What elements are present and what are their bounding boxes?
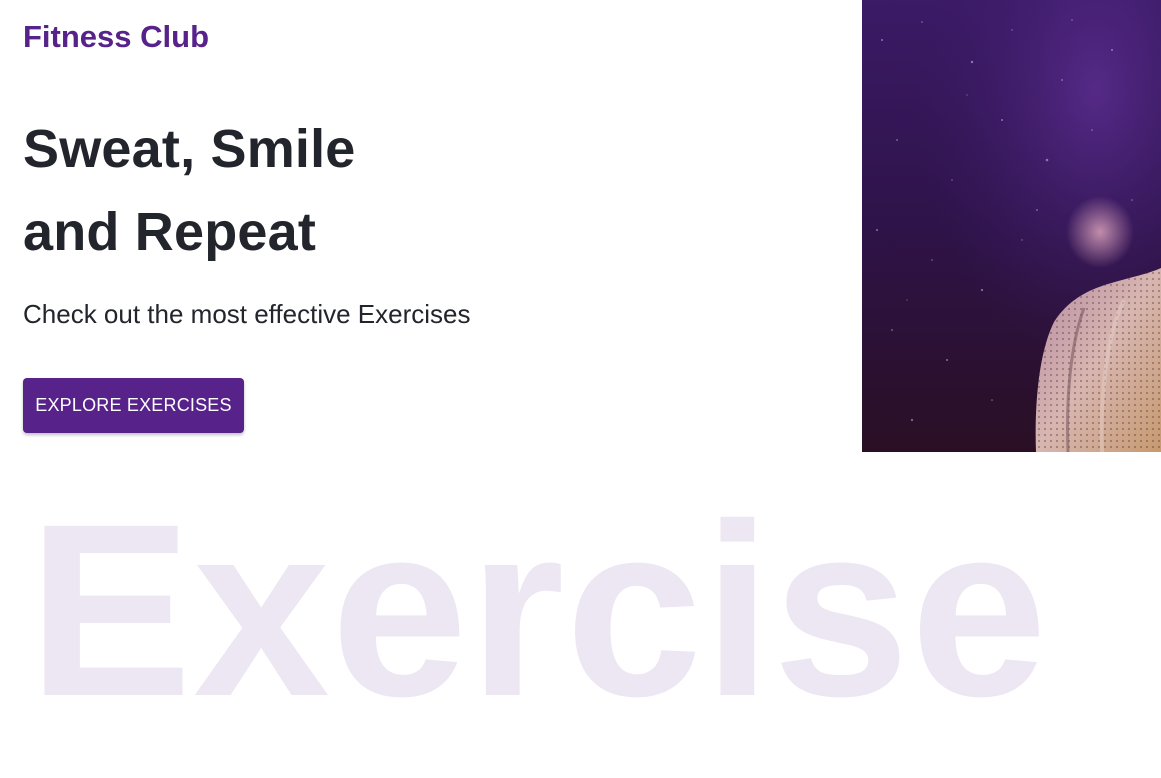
athlete-photo bbox=[862, 0, 1161, 452]
hero-subtitle: Check out the most effective Exercises bbox=[23, 299, 471, 329]
hero-headline: Sweat, Smile and Repeat bbox=[23, 108, 356, 274]
landing-page: Fitness Club Sweat, Smile and Repeat Che… bbox=[0, 0, 1161, 778]
athlete-photo-icon bbox=[862, 0, 1161, 452]
explore-exercises-button[interactable]: EXPLORE EXERCISES bbox=[23, 378, 244, 433]
exercise-watermark: Exercise bbox=[28, 473, 1049, 748]
hero-headline-line-2: and Repeat bbox=[23, 202, 317, 262]
hero-headline-line-1: Sweat, Smile bbox=[23, 119, 356, 179]
brand-logo-text[interactable]: Fitness Club bbox=[23, 19, 209, 55]
